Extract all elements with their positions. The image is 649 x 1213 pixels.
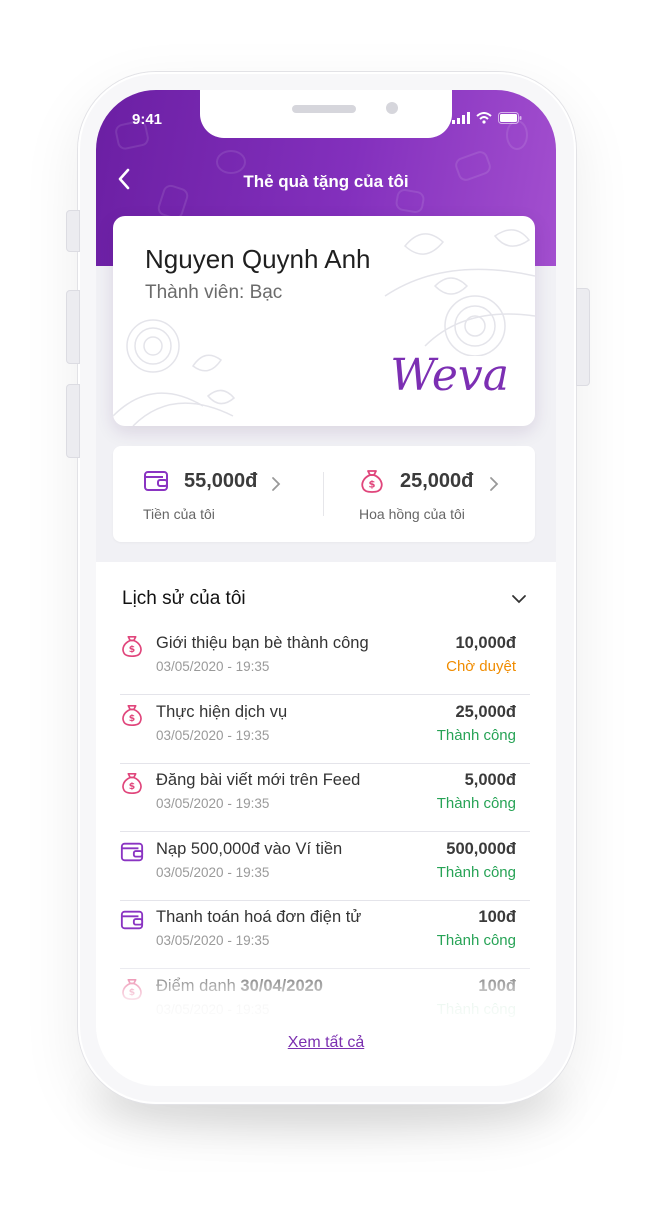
svg-text:$: $ [129, 644, 135, 655]
membership-card[interactable]: Nguyen Quynh Anh Thành viên: Bạc Weva [113, 216, 535, 426]
my-money-button[interactable]: 55,000đ Tiền của tôi [113, 446, 323, 542]
wallet-icon [144, 471, 168, 491]
my-money-label: Tiền của tôi [143, 506, 215, 522]
history-row[interactable]: $ Giới thiệu bạn bè thành công 03/05/2020… [120, 626, 530, 695]
wallet-summary: 55,000đ Tiền của tôi $ 25,000đ Hoa hồng … [113, 446, 535, 542]
history-amount: 5,000đ [464, 771, 516, 789]
history-title: Lịch sử của tôi [122, 588, 246, 609]
status-icons [452, 112, 522, 124]
see-all-link[interactable]: Xem tất cả [96, 1034, 556, 1052]
status-time: 9:41 [132, 111, 163, 128]
history-date: 03/05/2020 - 19:35 [156, 933, 270, 948]
history-status: Thành công [436, 726, 516, 744]
history-row[interactable]: Thanh toán hoá đơn điện tử 03/05/2020 - 1… [120, 900, 530, 969]
phone-volume-down [66, 384, 80, 458]
history-amount: 100đ [478, 908, 516, 926]
money-bag-icon: $ [122, 704, 142, 726]
history-row[interactable]: Nạp 500,000đ vào Ví tiền 03/05/2020 - 19:… [120, 832, 530, 901]
history-description: Thanh toán hoá đơn điện tử [156, 908, 362, 926]
my-commission-button[interactable]: $ 25,000đ Hoa hồng của tôi [329, 446, 539, 542]
phone-mute-switch [66, 210, 80, 252]
money-bag-icon: $ [122, 772, 142, 794]
wallet-icon [120, 910, 144, 930]
speaker [292, 105, 356, 113]
wallet-icon [120, 842, 144, 861]
card-holder-name: Nguyen Quynh Anh [145, 244, 371, 274]
front-camera [386, 102, 398, 114]
chevron-down-icon[interactable] [510, 590, 528, 608]
my-money-amount: 55,000đ [184, 470, 258, 492]
history-row[interactable]: $ Thực hiện dịch vụ 03/05/2020 - 19:35 25,… [120, 695, 530, 764]
history-description: Nạp 500,000đ vào Ví tiền [156, 839, 343, 858]
history-amount: 10,000đ [455, 634, 516, 652]
history-row[interactable]: $ Đăng bài viết mới trên Feed 03/05/2020 … [120, 763, 530, 832]
history-status: Thành công [436, 863, 516, 881]
chevron-right-icon [272, 477, 281, 491]
phone-volume-up [66, 290, 80, 364]
money-bag-icon: $ [361, 470, 383, 493]
phone-screen: 9:41 Thẻ quà tặng của tôi Nguyen Quynh A… [96, 90, 556, 1086]
history-status: Thành công [436, 795, 516, 812]
phone-notch [200, 90, 452, 138]
wallet-divider [323, 472, 324, 516]
floral-pattern-icon [113, 319, 236, 426]
money-bag-icon: $ [122, 635, 142, 657]
phone-power-button [576, 288, 590, 386]
battery-icon [498, 112, 522, 124]
list-fade-overlay [96, 962, 556, 1032]
floral-pattern-icon [384, 229, 535, 356]
history-date: 03/05/2020 - 19:35 [156, 796, 270, 811]
history-status: Chờ duyệt [446, 658, 516, 675]
page-title: Thẻ quà tặng của tôi [243, 172, 409, 191]
my-commission-label: Hoa hồng của tôi [359, 506, 465, 522]
history-section: Lịch sử của tôi $ Giới thiệu bạn bè thàn… [96, 562, 556, 1086]
history-date: 03/05/2020 - 19:35 [156, 864, 270, 880]
my-commission-amount: 25,000đ [400, 470, 474, 492]
history-date: 03/05/2020 - 19:35 [156, 659, 270, 674]
weva-logo: Weva [390, 350, 509, 401]
history-description: Giới thiệu bạn bè thành công [156, 634, 369, 652]
history-amount: 25,000đ [455, 702, 516, 721]
chevron-right-icon [490, 477, 499, 491]
history-amount: 500,000đ [446, 839, 516, 858]
svg-text:$: $ [129, 713, 135, 724]
history-description: Đăng bài viết mới trên Feed [156, 771, 361, 789]
wifi-icon [476, 112, 492, 124]
history-status: Thành công [436, 932, 516, 949]
svg-text:$: $ [369, 480, 376, 491]
history-description: Thực hiện dịch vụ [156, 702, 288, 721]
history-date: 03/05/2020 - 19:35 [156, 727, 270, 743]
svg-text:$: $ [129, 781, 135, 792]
membership-tier: Thành viên: Bạc [145, 282, 283, 303]
signal-icon [452, 112, 470, 124]
